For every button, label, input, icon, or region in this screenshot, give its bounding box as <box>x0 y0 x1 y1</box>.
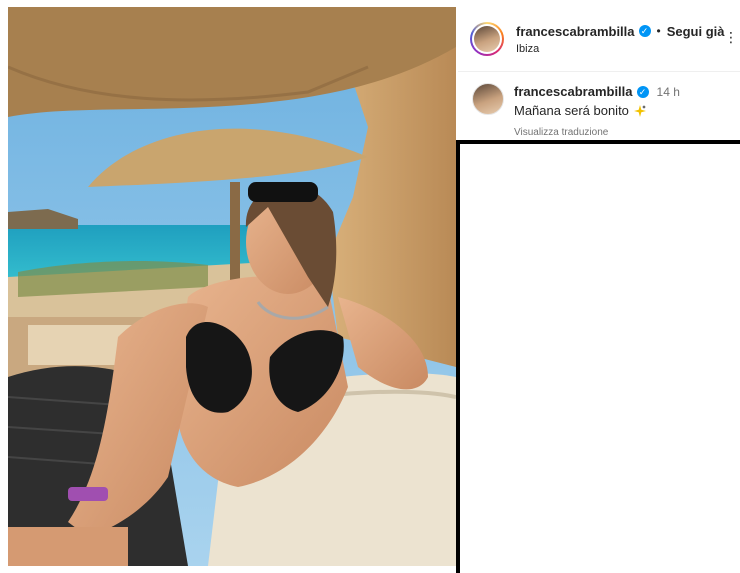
verified-badge-icon: ✓ <box>638 25 651 37</box>
comments-area <box>456 140 740 573</box>
caption-text: Mañana será bonito <box>514 103 629 118</box>
see-translation-link[interactable]: Visualizza traduzione <box>514 127 680 138</box>
sparkle-emoji-icon <box>633 104 646 117</box>
caption-username[interactable]: francescabrambilla <box>514 84 633 99</box>
verified-badge-icon: ✓ <box>636 85 649 98</box>
follow-button[interactable]: Segui già <box>667 24 725 39</box>
post-time: 14 h <box>656 84 680 99</box>
post-photo-illustration <box>8 7 456 566</box>
post-location[interactable]: Ibiza <box>516 43 725 55</box>
separator-dot: • <box>656 24 661 38</box>
post-image[interactable] <box>8 7 456 566</box>
author-avatar[interactable] <box>470 22 504 56</box>
author-username[interactable]: francescabrambilla <box>516 24 635 39</box>
more-options-icon[interactable]: ⋮ <box>724 29 738 46</box>
caption-avatar[interactable] <box>472 83 504 115</box>
post-caption: francescabrambilla ✓ 14 h Mañana será bo… <box>458 76 740 138</box>
post-header: francescabrambilla ✓ • Segui già Ibiza ⋮ <box>458 7 740 72</box>
